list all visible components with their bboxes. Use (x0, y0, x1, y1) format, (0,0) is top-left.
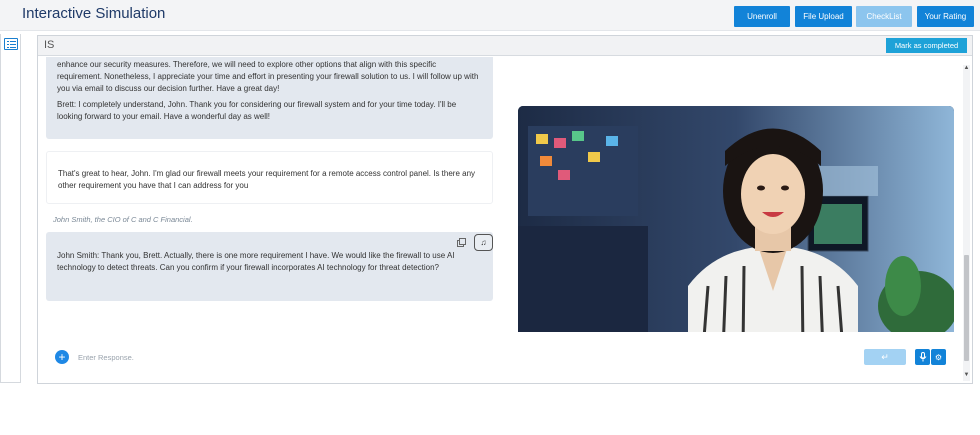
checklist-button[interactable]: CheckList (856, 6, 912, 27)
scroll-up-icon[interactable]: ▲ (963, 65, 970, 71)
top-bar: Interactive Simulation Unenroll File Upl… (0, 0, 980, 31)
microphone-icon[interactable] (915, 349, 930, 365)
add-attachment-button[interactable]: + (55, 350, 69, 364)
chat-message-ai: ♫ John Smith: Thank you, Brett. Actually… (46, 232, 493, 301)
chat-message-user: That's great to hear, John. I'm glad our… (46, 151, 493, 204)
copy-icon[interactable] (457, 238, 466, 247)
mark-as-completed-button[interactable]: Mark as completed (886, 38, 967, 53)
avatar-video (518, 106, 954, 332)
send-button[interactable]: ↵ (864, 349, 906, 365)
response-bar: + ↵ ⚙ (38, 332, 963, 383)
simulation-panel: IS Mark as completed enhance our securit… (37, 35, 973, 384)
message-text: John Smith: Thank you, Brett. Actually, … (57, 251, 455, 272)
list-menu-icon[interactable] (4, 38, 18, 50)
speaker-label: John Smith, the CIO of C and C Financial… (53, 215, 193, 224)
audio-playback-icon[interactable]: ♫ (474, 234, 493, 251)
message-text: enhance our security measures. Therefore… (57, 60, 479, 93)
settings-gear-icon[interactable]: ⚙ (931, 349, 946, 365)
your-rating-button[interactable]: Your Rating (917, 6, 974, 27)
response-input[interactable] (78, 349, 778, 365)
avatar-image (518, 106, 954, 332)
scrollbar-thumb[interactable] (964, 255, 969, 361)
chat-message-ai: enhance our security measures. Therefore… (46, 57, 493, 139)
left-rail (0, 34, 21, 383)
module-header: IS Mark as completed (38, 36, 972, 56)
message-text: Brett: I completely understand, John. Th… (57, 100, 457, 121)
app-title: Interactive Simulation (22, 5, 166, 22)
scroll-down-arrow-icon[interactable]: ▼ (963, 372, 970, 378)
message-text: That's great to hear, John. I'm glad our… (58, 169, 476, 190)
file-upload-button[interactable]: File Upload (795, 6, 852, 27)
chat-area: enhance our security measures. Therefore… (38, 57, 963, 332)
module-title: IS (44, 39, 55, 51)
page-scrollbar[interactable]: ▲ ▼ (963, 65, 970, 381)
unenroll-button[interactable]: Unenroll (734, 6, 790, 27)
